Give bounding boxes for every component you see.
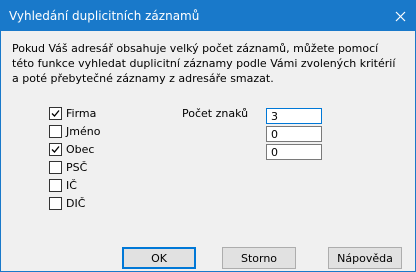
check-icon [51,109,60,117]
checkbox-ic[interactable]: IČ [49,177,77,193]
checkbox-label: Firma [66,106,97,120]
description-text: Pokud Váš adresář obsahuje velký počet z… [12,42,396,85]
checkbox-firma[interactable]: Firma [49,105,96,121]
char-count-input-jmeno[interactable]: 0 [266,126,322,142]
checkbox-label: Obec [66,142,95,156]
close-button[interactable] [385,1,415,31]
char-count-input-obec[interactable]: 0 [266,144,322,160]
checkbox-box[interactable] [49,196,62,210]
dialog-title: Vyhledání duplicitních záznamů [9,9,200,23]
cancel-button[interactable]: Storno [222,247,296,269]
checkbox-dic[interactable]: DIČ [49,195,85,211]
field-value: 0 [271,128,278,141]
checkbox-psc[interactable]: PSČ [49,159,87,175]
checkbox-box[interactable] [49,160,62,174]
field-value: 0 [271,146,278,159]
close-icon [395,11,405,21]
title-bar[interactable]: Vyhledání duplicitních záznamů [1,1,415,31]
ok-button[interactable]: OK [122,247,196,269]
help-button[interactable]: Nápověda [328,247,402,269]
checkbox-label: DIČ [66,196,86,210]
checkbox-box[interactable] [49,142,62,156]
char-count-input-firma[interactable]: 3 [266,108,322,124]
field-value: 3 [271,110,278,123]
checkbox-label: IČ [66,178,77,192]
duplicate-search-dialog: Vyhledání duplicitních záznamů Pokud Váš… [0,0,416,272]
checkbox-label: Jméno [66,124,101,138]
char-count-label: Počet znaků [182,107,249,120]
checkbox-obec[interactable]: Obec [49,141,94,157]
check-icon [51,145,60,153]
checkbox-label: PSČ [66,160,88,174]
checkbox-box[interactable] [49,124,62,138]
checkbox-box[interactable] [49,106,62,120]
checkbox-box[interactable] [49,178,62,192]
checkbox-jmeno[interactable]: Jméno [49,123,100,139]
